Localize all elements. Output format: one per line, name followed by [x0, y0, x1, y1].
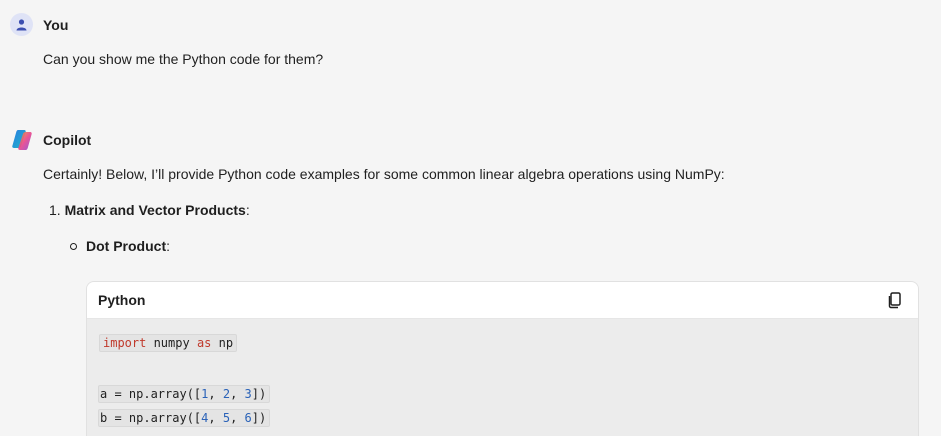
code-keyword: as	[196, 336, 212, 350]
user-avatar-icon	[10, 13, 33, 36]
list-item-title: Matrix and Vector Products	[64, 202, 246, 218]
code-number: 5	[222, 411, 231, 425]
code-text: np	[211, 336, 234, 350]
code-text: ,	[208, 387, 223, 401]
code-line-2: a = np.array([1, 2, 3])	[98, 385, 271, 403]
bullet-item: Dot Product:	[70, 238, 170, 254]
list-item: 1. Matrix and Vector Products:	[49, 202, 250, 218]
code-block-header: Python	[87, 282, 918, 319]
bullet-item-colon: :	[166, 238, 170, 254]
copy-icon	[888, 292, 901, 309]
user-name: You	[43, 17, 69, 33]
code-number: 2	[222, 387, 231, 401]
code-text: b = np.array([	[100, 411, 202, 425]
code-text: a = np.array([	[100, 387, 202, 401]
code-keyword: import	[103, 336, 147, 350]
copy-code-button[interactable]	[886, 291, 904, 309]
code-number: 3	[244, 387, 252, 401]
code-text: ,	[230, 411, 245, 425]
code-line-3: b = np.array([4, 5, 6])	[98, 409, 271, 427]
bullet-item-title: Dot Product	[86, 238, 167, 254]
code-text: ,	[208, 411, 223, 425]
code-line-1: import numpy as np	[99, 334, 238, 352]
code-text: ])	[251, 411, 267, 425]
code-block: Python import numpy as np a = np.array([…	[86, 281, 919, 436]
copilot-logo-icon	[10, 128, 34, 152]
list-number: 1.	[49, 202, 61, 218]
list-item-colon: :	[245, 202, 250, 218]
code-text: numpy	[146, 336, 197, 350]
copilot-name: Copilot	[43, 132, 92, 148]
code-number: 6	[244, 411, 252, 425]
code-text: ,	[230, 387, 245, 401]
user-message: Can you show me the Python code for them…	[43, 51, 324, 67]
code-text: ])	[251, 387, 267, 401]
bullet-circle-icon	[70, 243, 77, 250]
chat-page: You Can you show me the Python code for …	[0, 0, 941, 436]
code-language-label: Python	[98, 292, 146, 308]
copilot-intro-text: Certainly! Below, I’ll provide Python co…	[43, 166, 725, 182]
